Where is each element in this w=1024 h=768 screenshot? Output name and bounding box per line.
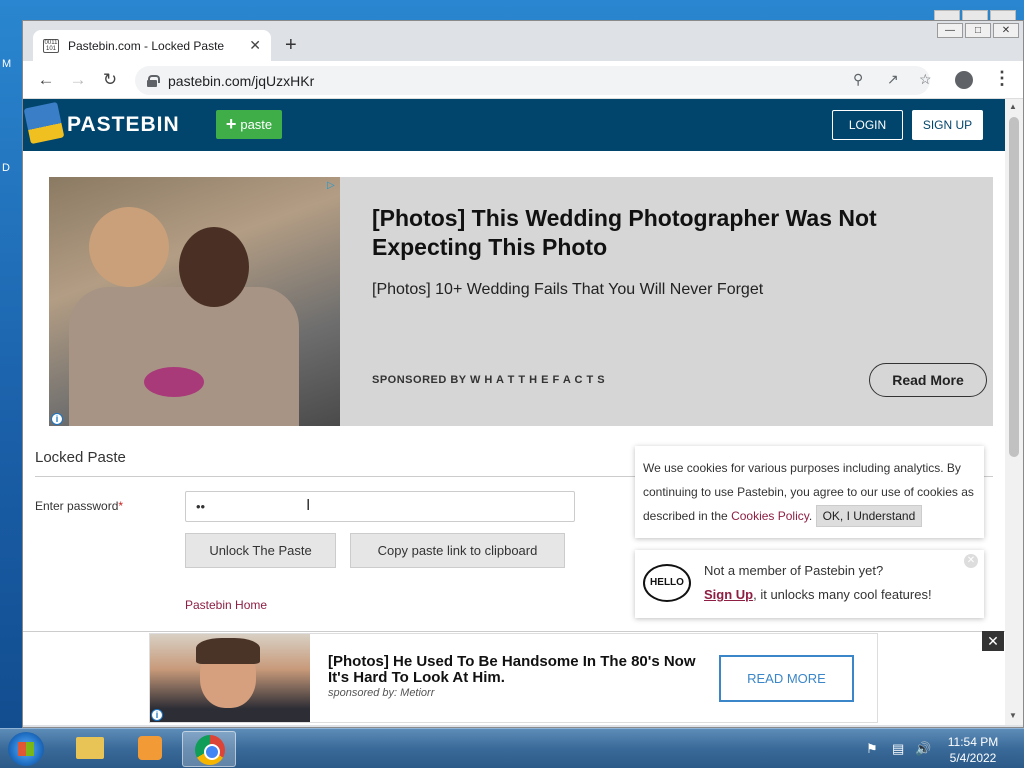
pastebin-home-link[interactable]: Pastebin Home (185, 598, 267, 612)
cookie-text-end: . (808, 509, 813, 523)
ad-sponsor: sponsored by: Metiorr (328, 687, 435, 699)
ad-photo-person (179, 227, 249, 307)
pastebin-favicon-icon: 0011 101 (43, 38, 59, 53)
ad-photo-hair (196, 638, 260, 664)
hello-speech-icon: HELLO (643, 564, 691, 602)
adchoices-icon[interactable]: ▷ (327, 180, 338, 191)
browser-window: — □ ✕ 0011 101 Pastebin.com - Locked Past… (22, 20, 1024, 728)
password-label: Enter password* (35, 499, 123, 513)
taskbar-chrome[interactable] (182, 731, 236, 767)
password-input[interactable]: •• (185, 491, 575, 522)
ad-photo-flowers (144, 367, 204, 397)
ad-close-button[interactable]: ✕ (982, 631, 1004, 651)
member-signup-link[interactable]: Sign Up (704, 587, 753, 602)
lock-icon[interactable] (147, 74, 160, 87)
close-icon[interactable]: ✕ (964, 554, 978, 568)
desktop-icon-label: D (2, 162, 10, 174)
pastebin-logo-icon[interactable] (23, 101, 65, 145)
member-signup-line: Sign Up, it unlocks many cool features! (704, 587, 932, 602)
tab-strip: 0011 101 Pastebin.com - Locked Paste ✕ + (23, 21, 1023, 61)
page-scrollbar[interactable]: ▲ ▼ (1005, 99, 1023, 725)
chrome-icon (195, 735, 225, 765)
share-icon[interactable]: ↗ (887, 71, 899, 88)
plus-icon: + (225, 114, 237, 134)
cookie-ok-button[interactable]: OK, I Understand (815, 505, 923, 527)
pastebin-logo-text[interactable]: PASTEBIN (67, 113, 180, 137)
ad-subheadline: [Photos] 10+ Wedding Fails That You Will… (372, 281, 764, 298)
taskbar-explorer[interactable] (62, 731, 116, 767)
member-signup-text: , it unlocks many cool features! (753, 587, 932, 602)
scroll-up-icon[interactable]: ▲ (1009, 102, 1017, 111)
scroll-thumb[interactable] (1009, 117, 1019, 457)
address-bar[interactable]: pastebin.com/jqUzxHKr (135, 66, 930, 95)
ad-read-more-button[interactable]: Read More (869, 363, 987, 397)
url-text: pastebin.com/jqUzxHKr (168, 72, 315, 89)
login-button[interactable]: LOGIN (832, 110, 903, 140)
ad-photo: ▷ i (49, 177, 340, 426)
page-title: Locked Paste (35, 449, 126, 466)
desktop-icon-label: M (2, 58, 12, 70)
ad-headline[interactable]: [Photos] He Used To Be Handsome In The 8… (328, 654, 708, 686)
tab-title: Pastebin.com - Locked Paste (68, 38, 225, 53)
start-button[interactable] (8, 732, 44, 766)
new-paste-button[interactable]: + paste (216, 110, 282, 139)
member-question: Not a member of Pastebin yet? (704, 563, 884, 578)
ad-read-more-button[interactable]: READ MORE (719, 655, 854, 702)
member-prompt: HELLO Not a member of Pastebin yet? Sign… (635, 550, 984, 618)
page-viewport: PASTEBIN + paste LOGIN SIGN UP ▷ i [Photo… (23, 99, 1005, 725)
new-tab-button[interactable]: + (285, 33, 297, 57)
clock-time: 11:54 PM (947, 735, 999, 749)
menu-kebab-icon[interactable]: ⋮ (993, 68, 1011, 89)
required-mark: * (118, 499, 124, 513)
cookie-notice: We use cookies for various purposes incl… (635, 446, 984, 538)
ad-photo: i (150, 634, 310, 722)
taskbar-media-player[interactable] (122, 731, 176, 767)
cookies-policy-link[interactable]: Cookies Policy (731, 509, 809, 523)
scroll-down-icon[interactable]: ▼ (1009, 711, 1017, 720)
profile-avatar-icon[interactable] (955, 71, 973, 89)
key-icon[interactable]: ⚲ (853, 71, 863, 88)
tab-close-icon[interactable]: ✕ (249, 37, 261, 54)
ad-photo-person (89, 207, 169, 287)
back-arrow-icon[interactable]: ← (35, 69, 57, 91)
bookmark-star-icon[interactable]: ☆ (919, 71, 932, 88)
password-label-text: Enter password (35, 499, 119, 513)
clock-date: 5/4/2022 (949, 751, 997, 765)
volume-icon[interactable]: 🔊 (915, 741, 931, 757)
ad-headline[interactable]: [Photos] This Wedding Photographer Was N… (372, 204, 987, 262)
ad-info-icon[interactable]: i (51, 413, 63, 425)
taskbar: ⚑ ▤ 🔊 11:54 PM 5/4/2022 (0, 728, 1024, 768)
forward-arrow-icon[interactable]: → (67, 69, 89, 91)
browser-toolbar: ← → ↻ pastebin.com/jqUzxHKr ⚲ ↗ ☆ ⋮ (23, 61, 1023, 99)
ad-sponsor: SPONSORED BY W H A T T H E F A C T S (372, 374, 606, 386)
tab-pastebin[interactable]: 0011 101 Pastebin.com - Locked Paste ✕ (33, 30, 271, 61)
folder-icon (76, 737, 104, 759)
reload-icon[interactable]: ↻ (99, 69, 121, 91)
system-clock[interactable]: 11:54 PM 5/4/2022 (938, 734, 1008, 766)
signup-button[interactable]: SIGN UP (912, 110, 983, 140)
ad-photo-dress (69, 287, 299, 426)
paste-label: paste (240, 117, 273, 132)
ad-info-icon[interactable]: i (151, 709, 163, 721)
bottom-advertisement[interactable]: i [Photos] He Used To Be Handsome In The… (149, 633, 878, 723)
text-cursor-icon: I (306, 497, 311, 514)
pastebin-header: PASTEBIN + paste LOGIN SIGN UP (23, 99, 1005, 151)
network-icon[interactable]: ▤ (892, 741, 904, 757)
top-advertisement[interactable]: ▷ i [Photos] This Wedding Photographer W… (49, 177, 993, 426)
media-player-icon (138, 736, 162, 760)
action-center-icon[interactable]: ⚑ (866, 741, 878, 757)
unlock-paste-button[interactable]: Unlock The Paste (185, 533, 336, 568)
copy-link-button[interactable]: Copy paste link to clipboard (350, 533, 565, 568)
